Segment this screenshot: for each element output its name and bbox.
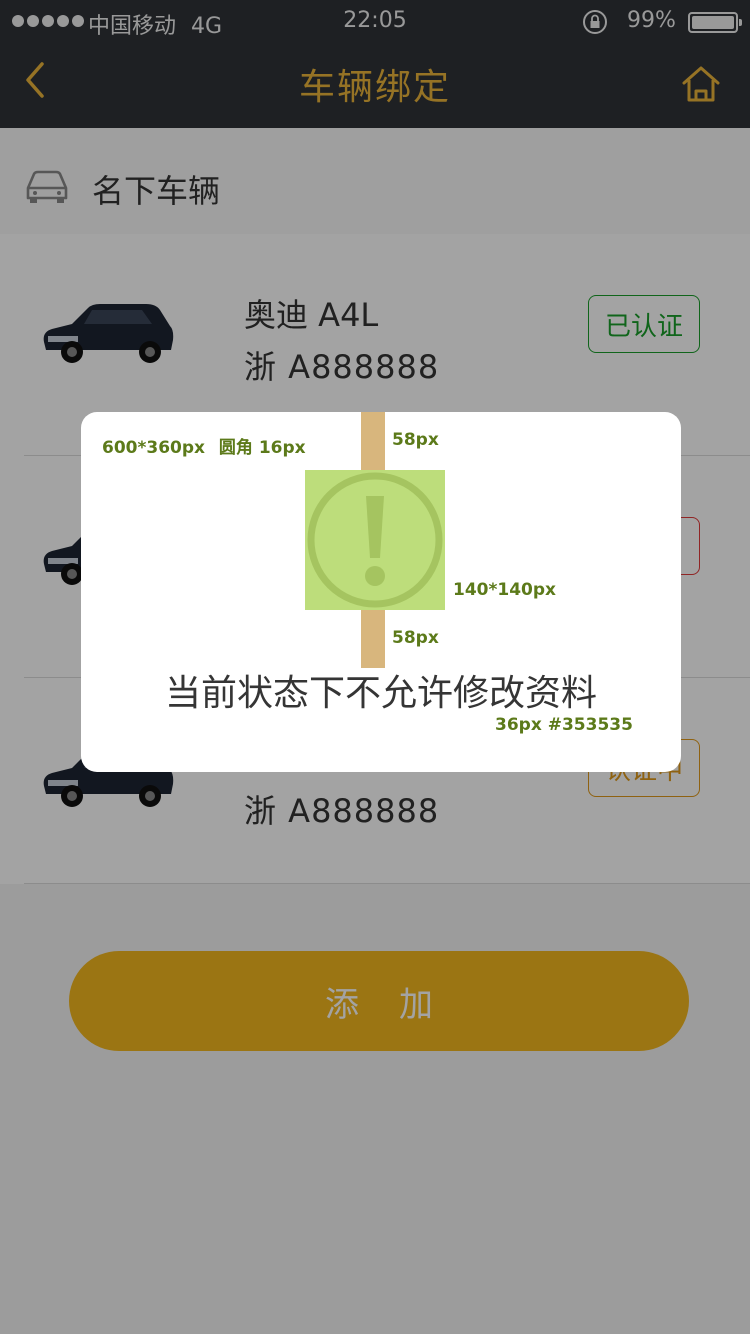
top-spacing-guide [361, 412, 385, 470]
icon-size-annotation: 140*140px [453, 580, 556, 600]
dialog-message: 当前状态下不允许修改资料 [164, 673, 597, 714]
size-annotation-text: 600*360px [102, 438, 205, 458]
bottom-spacing-guide [361, 610, 385, 668]
font-spec-annotation: 36px #353535 [495, 715, 633, 735]
bottom-gap-annotation: 58px [392, 628, 439, 648]
top-gap-annotation: 58px [392, 430, 439, 450]
size-annotation: 600*360px 圆角 16px [102, 433, 306, 458]
radius-annotation-text: 圆角 16px [218, 438, 306, 458]
warning-icon [307, 472, 443, 608]
alert-dialog: 当前状态下不允许修改资料 600*360px 圆角 16px 58px 140*… [81, 412, 681, 772]
icon-area [305, 470, 445, 610]
